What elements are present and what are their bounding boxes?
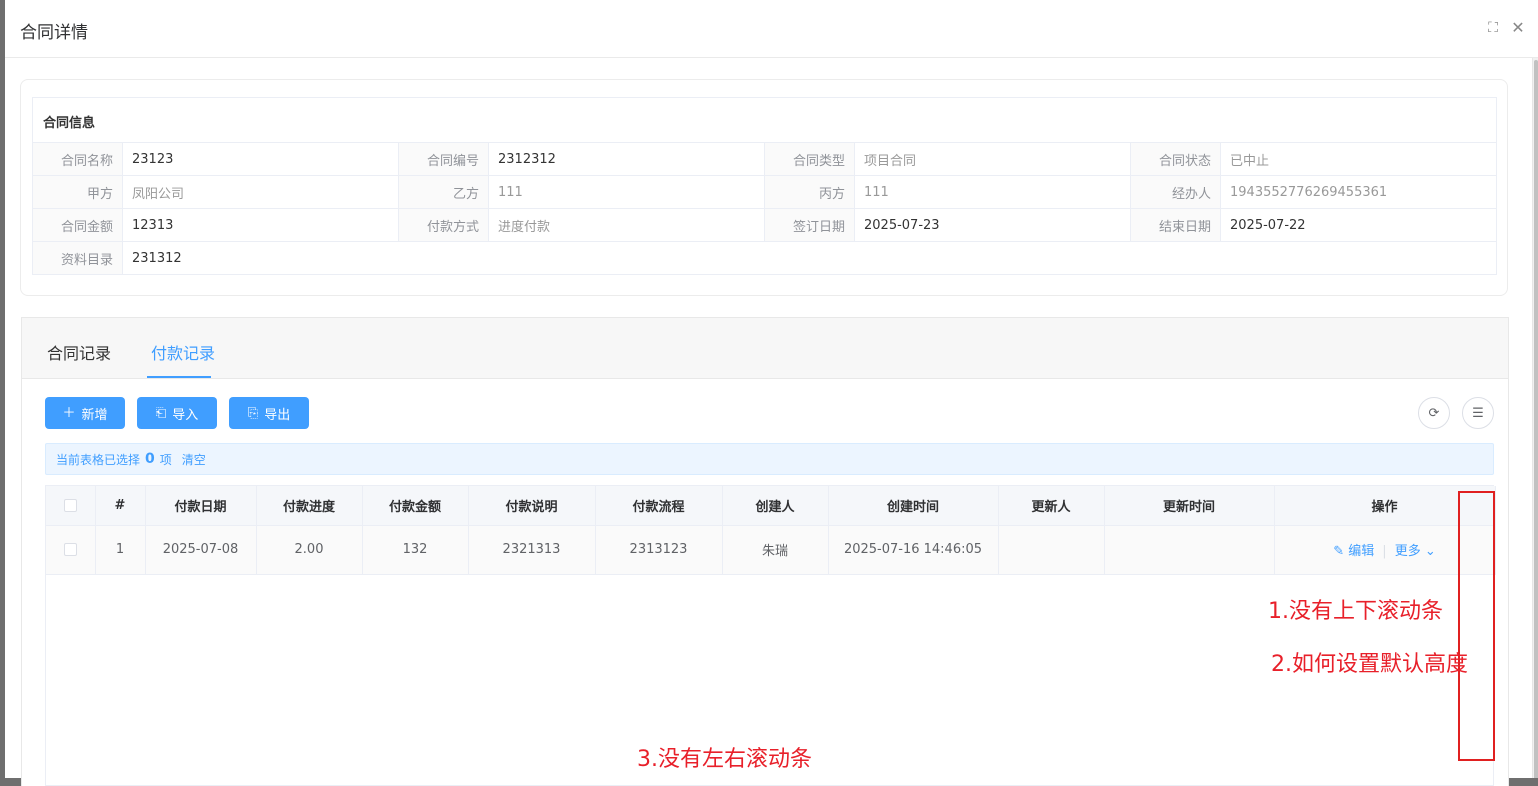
- more-label: 更多: [1394, 544, 1421, 559]
- info-label: 结束日期: [1130, 208, 1221, 242]
- info-label: 付款方式: [398, 208, 489, 242]
- column-header: 付款流程: [595, 486, 723, 526]
- import-button[interactable]: ⎗ 导入: [137, 397, 217, 429]
- table-cell: 2025-07-16 14:46:05: [828, 525, 999, 575]
- export-button-label: 导出: [264, 407, 291, 423]
- import-button-label: 导入: [172, 407, 199, 423]
- table-cell: [998, 525, 1105, 575]
- annotation-note-1: 1.没有上下滚动条: [1268, 599, 1443, 624]
- info-label: 合同状态: [1130, 142, 1221, 176]
- select-all-header: [46, 486, 96, 526]
- selection-info-bar: 当前表格已选择 0 项 清空: [45, 443, 1494, 475]
- annotation-note-3: 3.没有左右滚动条: [637, 747, 812, 772]
- action-divider: |: [1382, 544, 1387, 559]
- export-icon: ⎘: [247, 405, 259, 421]
- scrollbar-thumb[interactable]: [1534, 60, 1538, 778]
- import-icon: ⎗: [155, 405, 167, 421]
- vertical-scrollbar[interactable]: [1532, 58, 1538, 778]
- annotation-note-2: 2.如何设置默认高度: [1271, 652, 1468, 677]
- info-label: 合同金额: [32, 208, 123, 242]
- clear-selection-link[interactable]: 清空: [182, 451, 206, 468]
- info-label: 资料目录: [32, 241, 123, 275]
- info-value: 凤阳公司: [122, 175, 399, 209]
- table-cell: 2.00: [256, 525, 363, 575]
- info-label: 合同编号: [398, 142, 489, 176]
- info-value: 项目合同: [854, 142, 1131, 176]
- table-header-row: # 付款日期 付款进度 付款金额 付款说明 付款流程 创建人 创建时间 更新人 …: [46, 486, 1496, 526]
- table-cell: 132: [362, 525, 469, 575]
- column-header: 创建人: [722, 486, 829, 526]
- column-header: 付款进度: [256, 486, 363, 526]
- plus-icon: ＋: [62, 405, 76, 421]
- edit-label: 编辑: [1348, 544, 1375, 559]
- column-header: 付款说明: [468, 486, 596, 526]
- info-label: 签订日期: [764, 208, 855, 242]
- info-label: 合同名称: [32, 142, 123, 176]
- dialog-title: 合同详情: [20, 23, 88, 43]
- info-value: 2025-07-22: [1220, 208, 1497, 242]
- refresh-button[interactable]: ⟳: [1418, 397, 1450, 429]
- tab-contract-records[interactable]: 合同记录: [47, 340, 111, 364]
- export-button[interactable]: ⎘ 导出: [229, 397, 309, 429]
- table-cell: 2313123: [595, 525, 723, 575]
- column-header: #: [95, 486, 146, 526]
- active-tab-indicator: [147, 376, 211, 378]
- tab-bar: 合同记录 付款记录: [22, 318, 1508, 379]
- table-row[interactable]: 1 2025-07-08 2.00 132 2321313 2313123 朱瑞…: [46, 525, 1496, 575]
- info-value: 231312: [122, 241, 1497, 275]
- column-header: 创建时间: [828, 486, 999, 526]
- info-value: 进度付款: [488, 208, 765, 242]
- add-button-label: 新增: [81, 407, 108, 423]
- column-header: 付款日期: [145, 486, 257, 526]
- sliders-icon: ☰: [1472, 405, 1484, 421]
- info-label: 甲方: [32, 175, 123, 209]
- dialog-header: 合同详情 ⛶ ✕: [5, 0, 1538, 58]
- row-select-cell: [46, 525, 96, 575]
- contract-info-table: 合同名称 23123 合同编号 2312312 合同类型 项目合同 合同状态 已…: [32, 142, 1497, 275]
- tab-payment-records[interactable]: 付款记录: [151, 340, 215, 364]
- table-cell: 朱瑞: [722, 525, 829, 575]
- info-row: 合同金额 12313 付款方式 进度付款 签订日期 2025-07-23 结束日…: [32, 208, 1497, 242]
- selection-prefix: 当前表格已选择: [56, 452, 141, 467]
- select-all-checkbox[interactable]: [63, 498, 77, 512]
- close-icon[interactable]: ✕: [1510, 20, 1526, 36]
- selection-count: 0: [145, 451, 155, 467]
- refresh-icon: ⟳: [1428, 405, 1440, 421]
- column-header: 更新时间: [1104, 486, 1275, 526]
- info-label: 丙方: [764, 175, 855, 209]
- selection-unit: 项: [159, 452, 172, 467]
- info-value: 111: [854, 175, 1131, 209]
- chevron-down-icon: ⌄: [1424, 544, 1436, 559]
- column-header: 更新人: [998, 486, 1105, 526]
- annotation-highlight-box: [1458, 491, 1495, 761]
- info-row: 合同名称 23123 合同编号 2312312 合同类型 项目合同 合同状态 已…: [32, 142, 1497, 176]
- table-cell: 2321313: [468, 525, 596, 575]
- info-label: 合同类型: [764, 142, 855, 176]
- info-value: 2312312: [488, 142, 765, 176]
- info-label: 乙方: [398, 175, 489, 209]
- table-cell: 2025-07-08: [145, 525, 257, 575]
- info-value: 已中止: [1220, 142, 1497, 176]
- table-cell: [1104, 525, 1275, 575]
- info-row: 甲方 凤阳公司 乙方 111 丙方 111 经办人 19435527762694…: [32, 175, 1497, 209]
- info-value: 2025-07-23: [854, 208, 1131, 242]
- info-value: 23123: [122, 142, 399, 176]
- more-dropdown[interactable]: 更多 ⌄: [1395, 544, 1436, 559]
- info-section-title: 合同信息: [43, 116, 96, 131]
- info-row: 资料目录 231312: [32, 241, 1497, 275]
- maximize-icon[interactable]: ⛶: [1485, 20, 1501, 36]
- row-checkbox[interactable]: [63, 543, 77, 556]
- table-cell: 1: [95, 525, 146, 575]
- info-value: 111: [488, 175, 765, 209]
- edit-link[interactable]: ✎ 编辑: [1333, 544, 1374, 559]
- info-value: 12313: [122, 208, 399, 242]
- edit-icon: ✎: [1333, 544, 1345, 559]
- info-value: 1943552776269455361: [1220, 175, 1497, 209]
- add-button[interactable]: ＋ 新增: [45, 397, 125, 429]
- column-settings-button[interactable]: ☰: [1462, 397, 1494, 429]
- info-label: 经办人: [1130, 175, 1221, 209]
- column-header: 付款金额: [362, 486, 469, 526]
